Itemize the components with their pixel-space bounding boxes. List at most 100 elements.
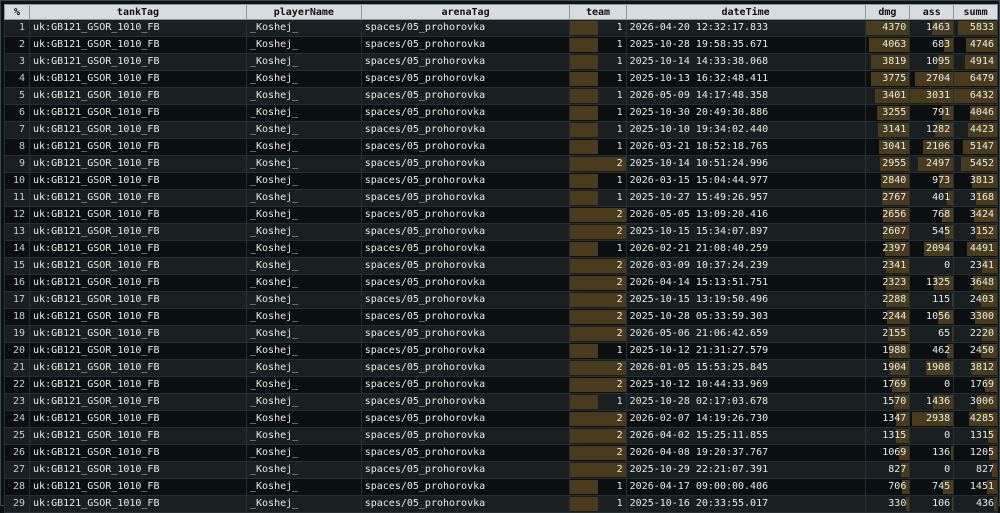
cell-datetime[interactable]: 2025-10-12 10:44:33.969 <box>625 376 866 394</box>
cell-playername[interactable]: _Koshej_ <box>245 19 362 37</box>
cell-ass[interactable]: 1325 <box>909 274 955 292</box>
cell-team[interactable]: 1 <box>569 342 627 360</box>
cell-team[interactable]: 1 <box>569 70 627 88</box>
column-header-ass[interactable]: ass <box>909 4 955 20</box>
table-row[interactable]: 29 uk:GB121_GSOR_1010_FB _Koshej_ spaces/05… <box>3 495 998 513</box>
table-row[interactable]: 13 uk:GB121_GSOR_1010_FB _Koshej_ spaces/05… <box>3 223 998 241</box>
cell-team[interactable]: 2 <box>569 308 627 326</box>
table-row[interactable]: 21 uk:GB121_GSOR_1010_FB _Koshej_ spaces/05… <box>3 359 998 377</box>
cell-arenatag[interactable]: spaces/05_prohorovka <box>360 257 571 275</box>
table-row[interactable]: 26 uk:GB121_GSOR_1010_FB _Koshej_ spaces/05… <box>3 444 998 462</box>
table-row[interactable]: 12 uk:GB121_GSOR_1010_FB _Koshej_ spaces/05… <box>3 206 998 224</box>
table-row[interactable]: 2 uk:GB121_GSOR_1010_FB _Koshej_ spaces/05_… <box>3 36 998 54</box>
cell-tanktag[interactable]: uk:GB121_GSOR_1010_FB <box>29 121 247 139</box>
column-header-dmg[interactable]: dmg <box>864 4 911 20</box>
cell-ass[interactable]: 791 <box>909 104 955 122</box>
cell-playername[interactable]: _Koshej_ <box>245 342 362 360</box>
cell-playername[interactable]: _Koshej_ <box>245 240 362 258</box>
cell-summ[interactable]: 2341 <box>953 257 998 275</box>
cell-datetime[interactable]: 2026-03-15 15:04:44.977 <box>625 172 866 190</box>
column-header-team[interactable]: team <box>569 4 627 20</box>
cell-tanktag[interactable]: uk:GB121_GSOR_1010_FB <box>29 342 247 360</box>
cell-summ[interactable]: 4423 <box>953 121 998 139</box>
table-row[interactable]: 6 uk:GB121_GSOR_1010_FB _Koshej_ spaces/05_… <box>3 104 998 122</box>
table-row[interactable]: 7 uk:GB121_GSOR_1010_FB _Koshej_ spaces/05_… <box>3 121 998 139</box>
cell-playername[interactable]: _Koshej_ <box>245 274 362 292</box>
cell-playername[interactable]: _Koshej_ <box>245 87 362 105</box>
table-row[interactable]: 9 uk:GB121_GSOR_1010_FB _Koshej_ spaces/05_… <box>3 155 998 173</box>
cell-index[interactable]: 1 <box>3 19 31 37</box>
cell-ass[interactable]: 1908 <box>909 359 955 377</box>
cell-ass[interactable]: 545 <box>909 223 955 241</box>
cell-team[interactable]: 1 <box>569 19 627 37</box>
cell-summ[interactable]: 3648 <box>953 274 998 292</box>
cell-tanktag[interactable]: uk:GB121_GSOR_1010_FB <box>29 376 247 394</box>
cell-tanktag[interactable]: uk:GB121_GSOR_1010_FB <box>29 393 247 411</box>
table-row[interactable]: 14 uk:GB121_GSOR_1010_FB _Koshej_ spaces/05… <box>3 240 998 258</box>
cell-tanktag[interactable]: uk:GB121_GSOR_1010_FB <box>29 189 247 207</box>
cell-index[interactable]: 18 <box>3 308 31 326</box>
cell-index[interactable]: 2 <box>3 36 31 54</box>
cell-playername[interactable]: _Koshej_ <box>245 359 362 377</box>
cell-playername[interactable]: _Koshej_ <box>245 444 362 462</box>
cell-ass[interactable]: 3031 <box>909 87 955 105</box>
cell-index[interactable]: 15 <box>3 257 31 275</box>
cell-dmg[interactable]: 2607 <box>864 223 911 241</box>
cell-arenatag[interactable]: spaces/05_prohorovka <box>360 325 571 343</box>
table-row[interactable]: 20 uk:GB121_GSOR_1010_FB _Koshej_ spaces/05… <box>3 342 998 360</box>
cell-ass[interactable]: 0 <box>909 461 955 479</box>
cell-team[interactable]: 2 <box>569 223 627 241</box>
cell-arenatag[interactable]: spaces/05_prohorovka <box>360 478 571 496</box>
table-row[interactable]: 23 uk:GB121_GSOR_1010_FB _Koshej_ spaces/05… <box>3 393 998 411</box>
table-row[interactable]: 16 uk:GB121_GSOR_1010_FB _Koshej_ spaces/05… <box>3 274 998 292</box>
cell-datetime[interactable]: 2025-10-12 21:31:27.579 <box>625 342 866 360</box>
table-row[interactable]: 1 uk:GB121_GSOR_1010_FB _Koshej_ spaces/05_… <box>3 19 998 37</box>
cell-index[interactable]: 19 <box>3 325 31 343</box>
cell-team[interactable]: 1 <box>569 495 627 513</box>
cell-dmg[interactable]: 1069 <box>864 444 911 462</box>
cell-summ[interactable]: 6479 <box>953 70 998 88</box>
cell-datetime[interactable]: 2026-05-05 13:09:20.416 <box>625 206 866 224</box>
cell-arenatag[interactable]: spaces/05_prohorovka <box>360 138 571 156</box>
cell-tanktag[interactable]: uk:GB121_GSOR_1010_FB <box>29 427 247 445</box>
cell-team[interactable]: 2 <box>569 257 627 275</box>
cell-summ[interactable]: 5147 <box>953 138 998 156</box>
cell-tanktag[interactable]: uk:GB121_GSOR_1010_FB <box>29 206 247 224</box>
cell-playername[interactable]: _Koshej_ <box>245 104 362 122</box>
cell-summ[interactable]: 3168 <box>953 189 998 207</box>
cell-tanktag[interactable]: uk:GB121_GSOR_1010_FB <box>29 274 247 292</box>
cell-arenatag[interactable]: spaces/05_prohorovka <box>360 427 571 445</box>
cell-datetime[interactable]: 2025-10-28 02:17:03.678 <box>625 393 866 411</box>
cell-team[interactable]: 1 <box>569 87 627 105</box>
table-row[interactable]: 24 uk:GB121_GSOR_1010_FB _Koshej_ spaces/05… <box>3 410 998 428</box>
cell-tanktag[interactable]: uk:GB121_GSOR_1010_FB <box>29 240 247 258</box>
cell-dmg[interactable]: 1315 <box>864 427 911 445</box>
cell-summ[interactable]: 4285 <box>953 410 998 428</box>
table-row[interactable]: 28 uk:GB121_GSOR_1010_FB _Koshej_ spaces/05… <box>3 478 998 496</box>
cell-tanktag[interactable]: uk:GB121_GSOR_1010_FB <box>29 53 247 71</box>
column-header-index[interactable]: % <box>3 4 31 20</box>
cell-ass[interactable]: 0 <box>909 257 955 275</box>
cell-datetime[interactable]: 2025-10-29 22:21:07.391 <box>625 461 866 479</box>
cell-ass[interactable]: 0 <box>909 376 955 394</box>
cell-arenatag[interactable]: spaces/05_prohorovka <box>360 121 571 139</box>
cell-playername[interactable]: _Koshej_ <box>245 478 362 496</box>
cell-tanktag[interactable]: uk:GB121_GSOR_1010_FB <box>29 19 247 37</box>
cell-ass[interactable]: 136 <box>909 444 955 462</box>
cell-tanktag[interactable]: uk:GB121_GSOR_1010_FB <box>29 291 247 309</box>
cell-ass[interactable]: 106 <box>909 495 955 513</box>
cell-datetime[interactable]: 2026-04-20 12:32:17.833 <box>625 19 866 37</box>
cell-playername[interactable]: _Koshej_ <box>245 172 362 190</box>
cell-index[interactable]: 13 <box>3 223 31 241</box>
cell-tanktag[interactable]: uk:GB121_GSOR_1010_FB <box>29 87 247 105</box>
column-header-summ[interactable]: summ <box>953 4 998 20</box>
cell-index[interactable]: 24 <box>3 410 31 428</box>
cell-index[interactable]: 16 <box>3 274 31 292</box>
cell-summ[interactable]: 2450 <box>953 342 998 360</box>
cell-arenatag[interactable]: spaces/05_prohorovka <box>360 70 571 88</box>
cell-datetime[interactable]: 2025-10-30 20:49:30.886 <box>625 104 866 122</box>
cell-summ[interactable]: 3424 <box>953 206 998 224</box>
cell-team[interactable]: 1 <box>569 36 627 54</box>
cell-datetime[interactable]: 2026-04-17 09:00:00.406 <box>625 478 866 496</box>
cell-dmg[interactable]: 3775 <box>864 70 911 88</box>
